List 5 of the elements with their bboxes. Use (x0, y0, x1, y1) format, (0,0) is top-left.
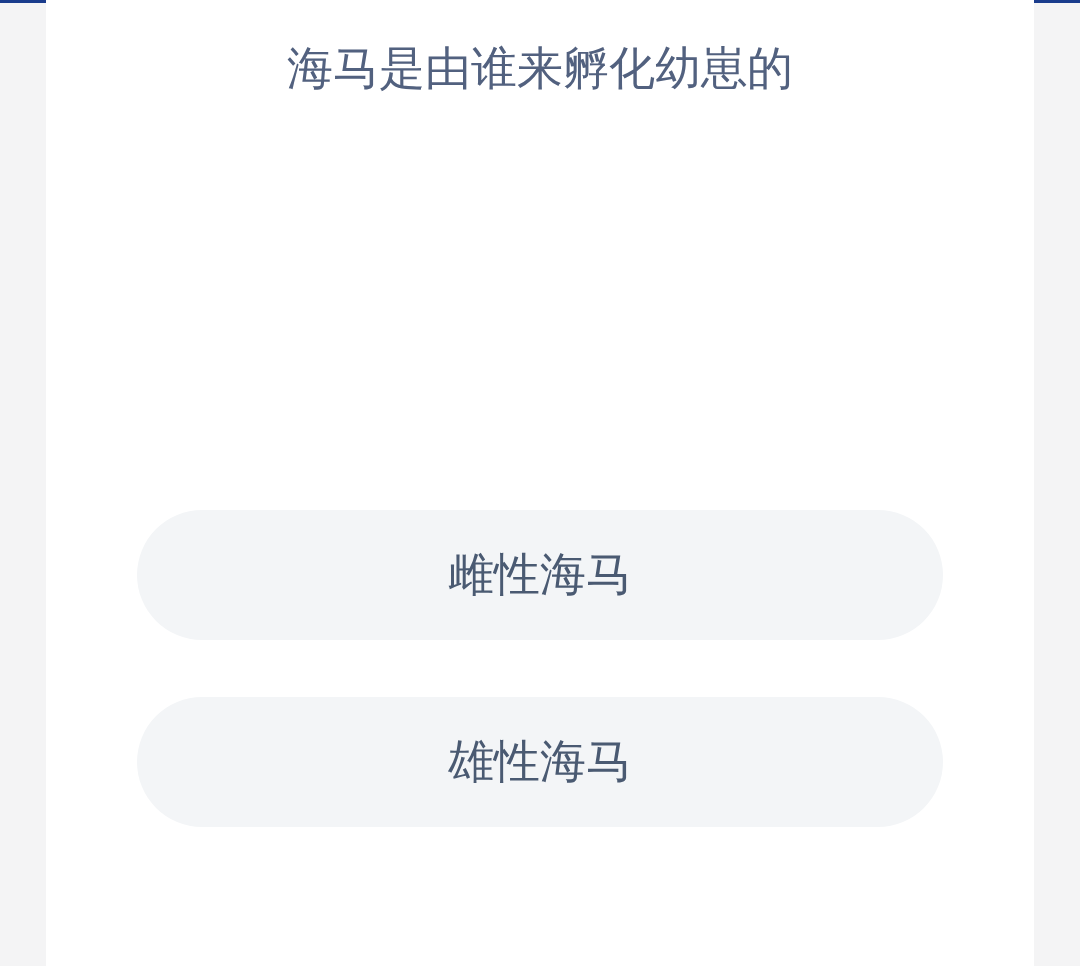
answer-option[interactable]: 雌性海马 (137, 510, 943, 640)
accent-bar (0, 0, 46, 3)
question-text: 海马是由谁来孵化幼崽的 (287, 40, 793, 97)
answer-option[interactable]: 雄性海马 (137, 697, 943, 827)
accent-bar (1034, 0, 1080, 3)
